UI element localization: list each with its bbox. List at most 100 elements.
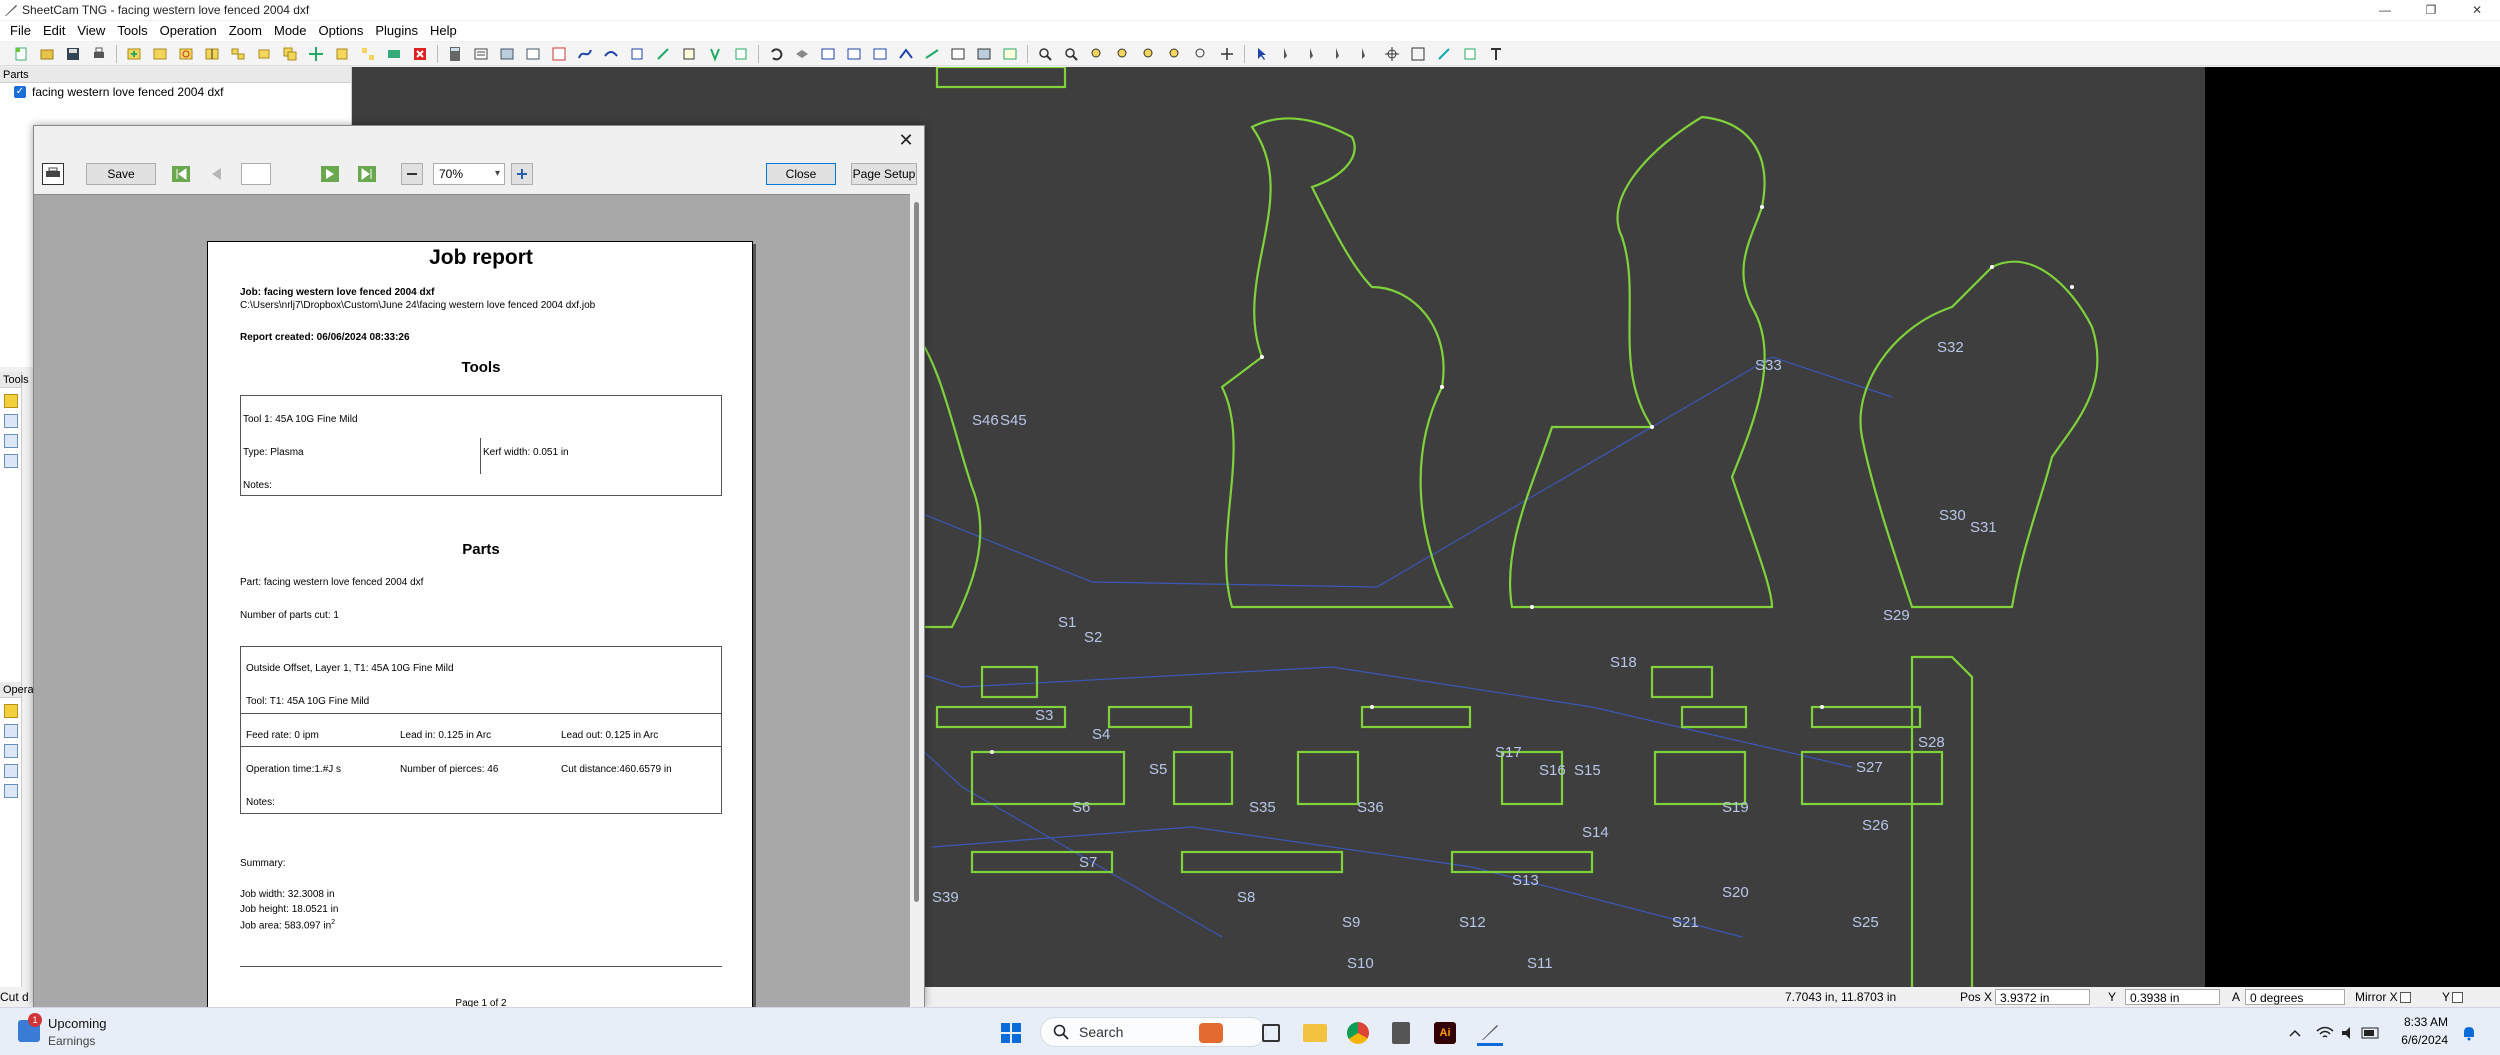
show-paths-icon[interactable] bbox=[870, 44, 890, 64]
widget-title[interactable]: Upcoming bbox=[48, 1016, 107, 1031]
open-job-icon[interactable] bbox=[37, 44, 57, 64]
battery-icon[interactable] bbox=[2358, 1020, 2384, 1046]
move-part-icon[interactable] bbox=[306, 44, 326, 64]
taskbar-search[interactable]: Search bbox=[1040, 1017, 1266, 1047]
menu-options[interactable]: Options bbox=[313, 21, 370, 41]
notification-bell-icon[interactable] bbox=[2456, 1020, 2482, 1046]
menu-operation[interactable]: Operation bbox=[154, 21, 223, 41]
align-part-icon[interactable] bbox=[332, 44, 352, 64]
task-view-icon[interactable] bbox=[1258, 1020, 1284, 1046]
mirror-x-checkbox[interactable] bbox=[2399, 992, 2411, 1004]
select-start-icon[interactable] bbox=[1304, 44, 1324, 64]
part-visible-checkbox[interactable]: ✓ bbox=[14, 86, 26, 98]
clock-time[interactable]: 8:33 AM bbox=[2388, 1015, 2448, 1029]
menu-help[interactable]: Help bbox=[424, 21, 463, 41]
pos-x-input[interactable]: 3.9372 in bbox=[1995, 989, 2090, 1005]
zoom-out-icon[interactable] bbox=[1061, 44, 1081, 64]
print-button-icon[interactable] bbox=[42, 163, 64, 185]
next-page-icon[interactable] bbox=[319, 163, 341, 185]
calculator-app-icon[interactable] bbox=[1388, 1020, 1414, 1046]
maximize-button[interactable]: ❐ bbox=[2408, 0, 2454, 20]
zoom-level-select[interactable]: 70% ▾ bbox=[433, 163, 505, 185]
undo-icon[interactable] bbox=[766, 44, 786, 64]
preview-area[interactable]: Job report Job: facing western love fenc… bbox=[34, 194, 910, 1007]
chevron-up-icon[interactable] bbox=[2282, 1020, 2308, 1046]
zoom-window-icon[interactable] bbox=[1191, 44, 1211, 64]
wifi-icon[interactable] bbox=[2312, 1020, 2338, 1046]
select-path-icon[interactable] bbox=[1278, 44, 1298, 64]
start-windows-icon[interactable] bbox=[998, 1020, 1024, 1046]
zoom-table-icon[interactable] bbox=[1165, 44, 1185, 64]
simulate-icon[interactable] bbox=[922, 44, 942, 64]
measure-icon[interactable] bbox=[1408, 44, 1428, 64]
part-options-icon[interactable] bbox=[150, 44, 170, 64]
calculator-icon[interactable] bbox=[445, 44, 465, 64]
illustrator-icon[interactable]: Ai bbox=[1432, 1020, 1458, 1046]
operation-list-icon[interactable] bbox=[4, 784, 18, 798]
mirror-y-checkbox[interactable] bbox=[2452, 992, 2464, 1004]
view-2d-icon[interactable] bbox=[818, 44, 838, 64]
operation-add-icon[interactable] bbox=[4, 704, 18, 718]
tool-list-icon[interactable] bbox=[4, 454, 18, 468]
path-icon[interactable] bbox=[575, 44, 595, 64]
menu-file[interactable]: File bbox=[4, 21, 37, 41]
new-job-icon[interactable] bbox=[11, 44, 31, 64]
pan-icon[interactable] bbox=[1217, 44, 1237, 64]
add-part-icon[interactable] bbox=[124, 44, 144, 64]
zoom-part-icon[interactable] bbox=[1087, 44, 1107, 64]
menu-edit[interactable]: Edit bbox=[37, 21, 71, 41]
tool-table-icon[interactable] bbox=[549, 44, 569, 64]
operation-copy-icon[interactable] bbox=[4, 744, 18, 758]
tool-table-icon[interactable] bbox=[4, 434, 18, 448]
page-setup-button[interactable]: Page Setup bbox=[851, 163, 917, 185]
preview-scrollbar[interactable] bbox=[910, 194, 924, 1007]
dialog-close-icon[interactable]: ✕ bbox=[896, 130, 916, 150]
menu-mode[interactable]: Mode bbox=[268, 21, 313, 41]
copy-part-icon[interactable] bbox=[280, 44, 300, 64]
delete-part-icon[interactable] bbox=[410, 44, 430, 64]
save-button[interactable]: Save bbox=[86, 163, 156, 185]
layers-icon[interactable] bbox=[792, 44, 812, 64]
chrome-icon[interactable] bbox=[1345, 1020, 1371, 1046]
contour-icon[interactable] bbox=[601, 44, 621, 64]
plasma-icon[interactable] bbox=[705, 44, 725, 64]
save-job-icon[interactable] bbox=[63, 44, 83, 64]
show-rapids-icon[interactable] bbox=[896, 44, 916, 64]
angle-input[interactable]: 0 degrees bbox=[2245, 989, 2345, 1005]
menu-view[interactable]: View bbox=[71, 21, 111, 41]
previous-page-icon[interactable] bbox=[206, 163, 228, 185]
print-icon[interactable] bbox=[89, 44, 109, 64]
pocket-icon[interactable] bbox=[653, 44, 673, 64]
crosshair-icon[interactable] bbox=[1382, 44, 1402, 64]
clock-date[interactable]: 6/6/2024 bbox=[2388, 1033, 2448, 1047]
menu-zoom[interactable]: Zoom bbox=[223, 21, 268, 41]
display-options-icon[interactable] bbox=[974, 44, 994, 64]
select-tab-icon[interactable] bbox=[1356, 44, 1376, 64]
machine-icon[interactable] bbox=[523, 44, 543, 64]
view-3d-icon[interactable] bbox=[844, 44, 864, 64]
snap-icon[interactable] bbox=[1460, 44, 1480, 64]
select-pointer-icon[interactable] bbox=[1252, 44, 1272, 64]
sheetcam-taskbar-icon[interactable] bbox=[1477, 1020, 1503, 1046]
news-icon[interactable] bbox=[1198, 1020, 1224, 1046]
zoom-extents-icon[interactable] bbox=[1139, 44, 1159, 64]
tool-plasma-icon[interactable] bbox=[4, 394, 18, 408]
zoom-selection-icon[interactable] bbox=[1113, 44, 1133, 64]
drawing-tool-icon[interactable] bbox=[1434, 44, 1454, 64]
run-postprocessor-icon[interactable] bbox=[471, 44, 491, 64]
close-window-button[interactable]: ✕ bbox=[2454, 0, 2500, 20]
pos-y-input[interactable]: 0.3938 in bbox=[2125, 989, 2220, 1005]
close-button[interactable]: Close bbox=[766, 163, 836, 185]
mirror-part-icon[interactable] bbox=[202, 44, 222, 64]
show-tool-icon[interactable] bbox=[948, 44, 968, 64]
drill-icon[interactable] bbox=[627, 44, 647, 64]
nest-part-icon[interactable] bbox=[228, 44, 248, 64]
zoom-out-icon[interactable] bbox=[401, 163, 423, 185]
engrave-icon[interactable] bbox=[679, 44, 699, 64]
operation-edit-icon[interactable] bbox=[4, 724, 18, 738]
first-page-icon[interactable] bbox=[170, 163, 192, 185]
minimize-button[interactable]: — bbox=[2362, 0, 2408, 20]
part-tree-item[interactable]: ✓ facing western love fenced 2004 dxf bbox=[0, 83, 351, 101]
page-number-input[interactable] bbox=[241, 163, 271, 185]
zoom-in-icon[interactable] bbox=[1035, 44, 1055, 64]
